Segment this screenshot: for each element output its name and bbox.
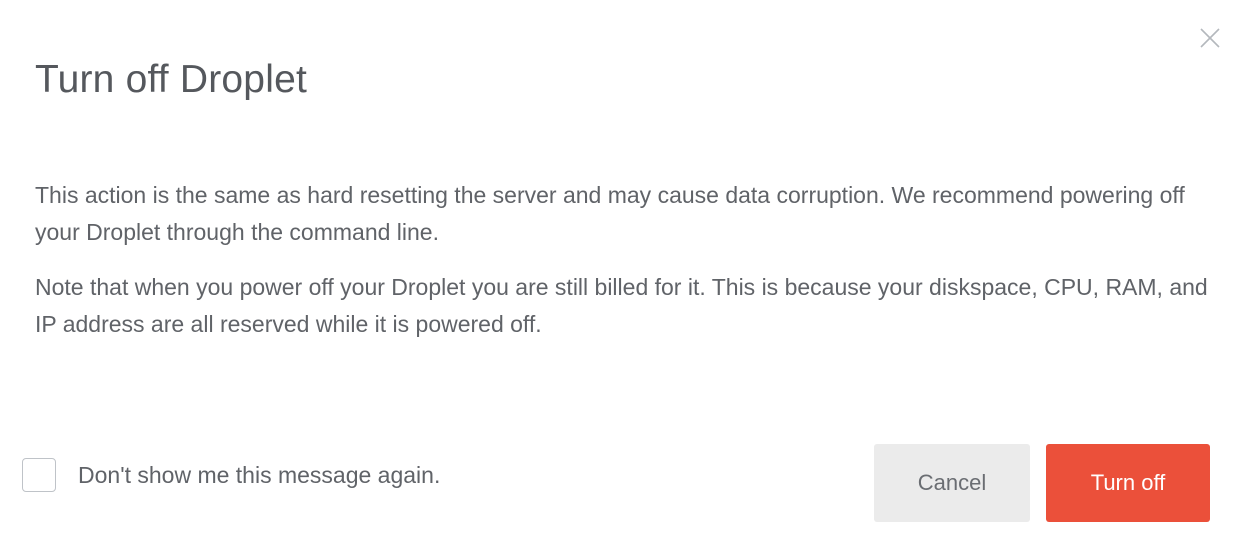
billing-note-text: Note that when you power off your Drople… [35, 274, 1208, 337]
cancel-button[interactable]: Cancel [874, 444, 1030, 522]
close-icon [1200, 28, 1220, 48]
dialog-title: Turn off Droplet [35, 58, 307, 101]
dont-show-again-checkbox[interactable] [22, 458, 56, 492]
warning-text: This action is the same as hard resettin… [35, 182, 1185, 245]
turn-off-button[interactable]: Turn off [1046, 444, 1210, 522]
close-button[interactable] [1196, 24, 1224, 52]
dont-show-again-label[interactable]: Don't show me this message again. [78, 460, 440, 490]
